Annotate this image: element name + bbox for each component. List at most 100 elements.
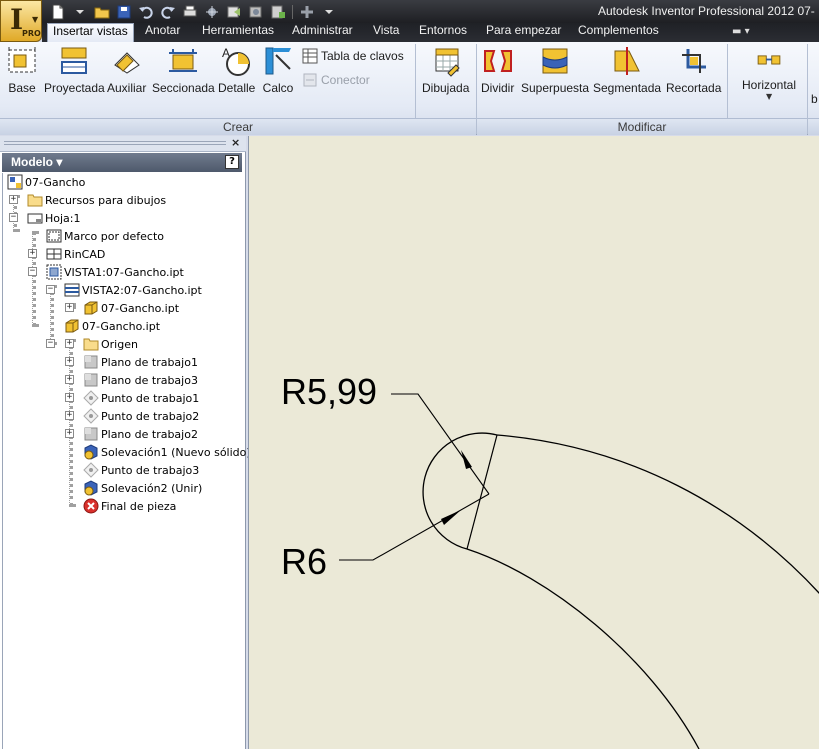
dimension-r6[interactable]: R6 xyxy=(281,541,327,582)
tree-item-solevacion1[interactable]: Solevación1 (Nuevo sólido) xyxy=(83,443,251,461)
expand-toggle[interactable]: + xyxy=(65,339,74,348)
tree-item-label: Punto de trabajo3 xyxy=(101,463,200,477)
open-folder-icon[interactable] xyxy=(92,3,112,21)
detail-view-button[interactable]: A Detalle xyxy=(218,45,255,101)
collapse-toggle[interactable]: − xyxy=(28,267,37,276)
close-icon[interactable]: × xyxy=(231,136,240,149)
panel-title-modificar[interactable]: Modificar xyxy=(477,118,807,135)
overlay-calco-button[interactable]: Calco xyxy=(262,45,294,101)
measure-icon[interactable] xyxy=(268,3,288,21)
tab-vista[interactable]: Vista xyxy=(373,23,399,42)
chevron-down-icon[interactable]: ▾ xyxy=(56,155,62,169)
tree-item-part[interactable]: 07-Gancho.ipt xyxy=(64,317,160,335)
help-icon[interactable]: ? xyxy=(225,155,239,169)
select-icon[interactable] xyxy=(202,3,222,21)
browser-header[interactable]: Modelo ▾ ? xyxy=(2,153,242,172)
expand-toggle[interactable]: + xyxy=(65,411,74,420)
tree-item-plano1[interactable]: Plano de trabajo1 xyxy=(83,353,198,371)
tree-item-recursos[interactable]: Recursos para dibujos xyxy=(27,191,166,209)
expand-toggle[interactable]: + xyxy=(65,357,74,366)
tree-item-vista1[interactable]: VISTA1:07-Gancho.ipt xyxy=(46,263,184,281)
tree-item-label: Plano de trabajo2 xyxy=(101,427,198,441)
slice-button[interactable]: Segmentada xyxy=(593,45,661,101)
slice-icon xyxy=(614,47,640,75)
border-icon xyxy=(46,229,62,243)
tab-administrar[interactable]: Administrar xyxy=(292,23,353,42)
expand-toggle[interactable]: + xyxy=(65,303,74,312)
expand-toggle[interactable]: + xyxy=(9,195,18,204)
section-view-icon xyxy=(169,49,198,72)
expand-toggle[interactable]: + xyxy=(65,429,74,438)
collapse-toggle[interactable]: − xyxy=(46,285,55,294)
crop-button[interactable]: Recortada xyxy=(666,45,721,101)
tree-item-part-ref[interactable]: 07-Gancho.ipt xyxy=(83,299,179,317)
tab-entornos[interactable]: Entornos xyxy=(419,23,467,42)
chevron-down-icon[interactable] xyxy=(70,3,90,21)
auxiliary-view-button[interactable]: Auxiliar xyxy=(107,45,146,101)
tree-item-punto3[interactable]: Punto de trabajo3 xyxy=(83,461,199,479)
drag-handle[interactable] xyxy=(4,141,226,145)
tree-item-marco[interactable]: Marco por defecto xyxy=(46,227,164,245)
customize-dropdown-icon[interactable] xyxy=(319,3,339,21)
break-out-button[interactable]: Dividir xyxy=(481,45,514,101)
base-view-button[interactable]: Base xyxy=(6,45,38,101)
tree-item-label: RinCAD xyxy=(64,247,106,261)
undo-icon[interactable] xyxy=(136,3,156,21)
tab-herramientas[interactable]: Herramientas xyxy=(202,23,274,42)
drawing-canvas[interactable]: R5,99 R6 xyxy=(248,136,819,749)
expand-toggle[interactable]: + xyxy=(65,393,74,402)
end-of-part-icon xyxy=(83,498,99,514)
tree-item-punto2[interactable]: Punto de trabajo2 xyxy=(83,407,199,425)
application-menu-button[interactable]: I ▼ PRO xyxy=(0,0,42,42)
tree-item-punto1[interactable]: Punto de trabajo1 xyxy=(83,389,199,407)
redo-icon[interactable] xyxy=(158,3,178,21)
tab-para-empezar[interactable]: Para empezar xyxy=(486,23,561,42)
overflow-label[interactable]: b xyxy=(811,92,818,106)
appearance-icon[interactable] xyxy=(246,3,266,21)
tree-item-hoja[interactable]: Hoja:1 xyxy=(27,209,81,227)
ribbon-tab-bar: Insertar vistas Anotar Herramientas Admi… xyxy=(42,23,819,43)
update-icon[interactable] xyxy=(224,3,244,21)
overlay-button[interactable]: Superpuesta xyxy=(521,45,589,101)
collapse-toggle[interactable]: − xyxy=(46,339,55,348)
leader-line-r6 xyxy=(339,493,490,561)
tree-item-rincad[interactable]: RinCAD xyxy=(46,245,105,263)
tab-complementos[interactable]: Complementos xyxy=(578,23,659,42)
tree-item-plano3[interactable]: Plano de trabajo3 xyxy=(83,371,198,389)
drawing-sheet: R5,99 R6 xyxy=(281,371,819,749)
draft-view-button[interactable]: Dibujada xyxy=(422,45,469,101)
tree-item-drawing[interactable]: 07-Gancho xyxy=(7,173,85,191)
tree-item-origen[interactable]: Origen xyxy=(83,335,138,353)
plus-icon[interactable] xyxy=(297,3,317,21)
expand-toggle[interactable]: + xyxy=(28,249,37,258)
new-file-icon[interactable] xyxy=(48,3,68,21)
panel-title-crear[interactable]: Crear xyxy=(0,118,476,135)
draft-view-label: Dibujada xyxy=(422,81,470,95)
fillet-arc-geometry xyxy=(422,432,498,550)
horizontal-button[interactable]: Horizontal ▼ xyxy=(742,45,796,101)
tree-line xyxy=(50,285,54,345)
save-icon[interactable] xyxy=(114,3,134,21)
print-icon[interactable] xyxy=(180,3,200,21)
tree-item-solevacion2[interactable]: Solevación2 (Unir) xyxy=(83,479,202,497)
tree-item-vista2[interactable]: VISTA2:07-Gancho.ipt xyxy=(64,281,202,299)
expand-toggle[interactable]: + xyxy=(65,375,74,384)
work-plane-icon xyxy=(84,373,98,387)
tree-item-final-pieza[interactable]: Final de pieza xyxy=(83,497,176,515)
svg-text:A: A xyxy=(222,46,230,60)
projected-view-button[interactable]: Proyectada xyxy=(44,45,105,101)
section-view-button[interactable]: Seccionada xyxy=(152,45,215,101)
model-tree: 07-Gancho + Recursos para dibujos − Hoja… xyxy=(2,173,251,749)
tree-item-label: Plano de trabajo3 xyxy=(101,373,198,387)
browser-dock-bar[interactable]: × xyxy=(0,136,246,152)
hole-table-button[interactable]: Tabla de clavos xyxy=(302,47,404,65)
dimension-r599[interactable]: R5,99 xyxy=(281,371,377,412)
tab-anotar[interactable]: Anotar xyxy=(145,23,180,42)
collapse-toggle[interactable]: − xyxy=(9,213,18,222)
overlay-label: Superpuesta xyxy=(521,81,590,95)
ribbon-minimize-icon[interactable]: ▬ ▾ xyxy=(732,26,758,39)
tab-insertar-vistas[interactable]: Insertar vistas xyxy=(47,23,134,43)
section-view-icon xyxy=(64,283,80,297)
tree-item-plano2[interactable]: Plano de trabajo2 xyxy=(83,425,198,443)
tree-item-label: Solevación1 (Nuevo sólido) xyxy=(101,445,251,459)
